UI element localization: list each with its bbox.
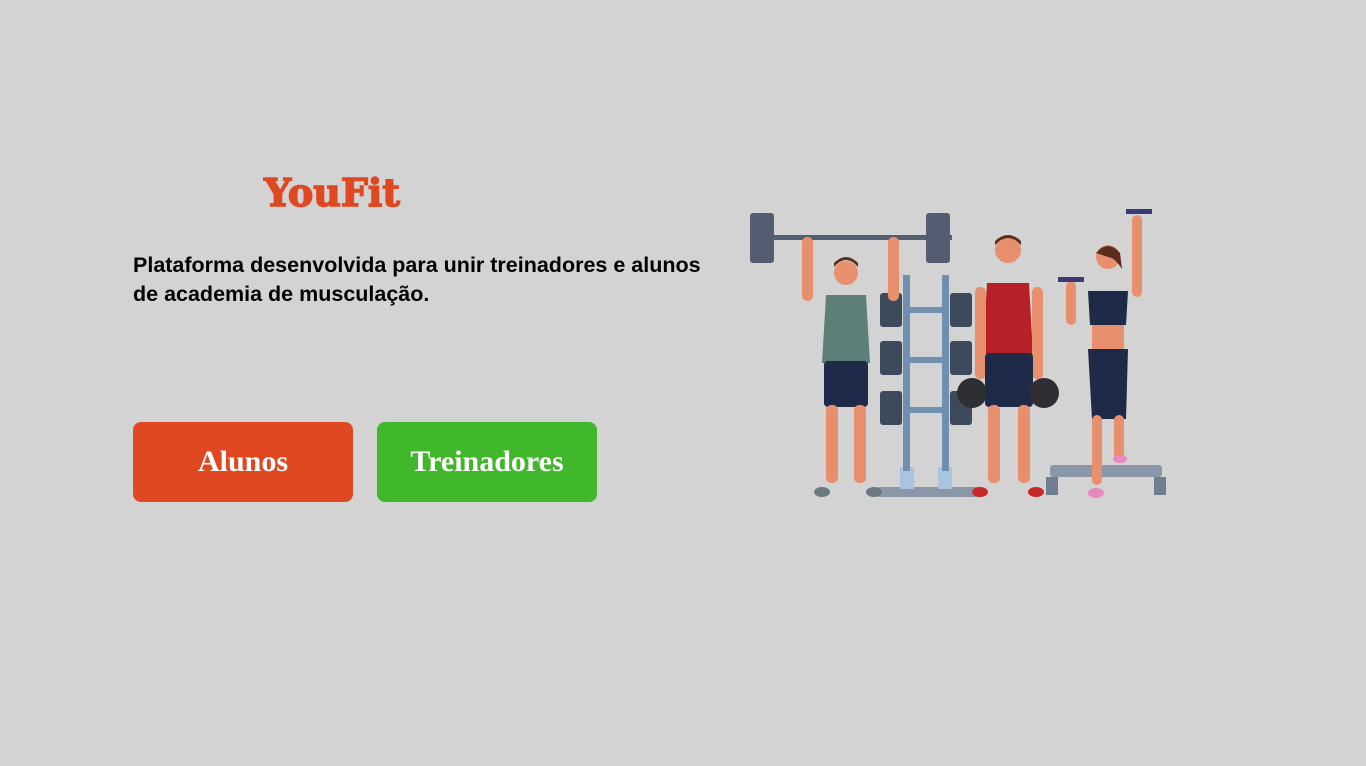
alunos-button-label: Alunos [197,445,289,478]
brand-logo: YouFit [263,169,400,216]
kettlebell-man-icon [957,235,1059,497]
treinadores-button-label: Treinadores [410,445,564,478]
hero-tagline: Plataforma desenvolvida para unir treina… [133,253,701,306]
landing-page: YouFit Plataforma desenvolvida para unir… [0,0,1366,766]
gym-people-illustration [750,209,1166,498]
step-woman-icon [1046,209,1166,498]
alunos-button[interactable]: Alunos [133,422,353,502]
barbell-man-icon [750,213,952,497]
treinadores-button[interactable]: Treinadores [377,422,597,502]
